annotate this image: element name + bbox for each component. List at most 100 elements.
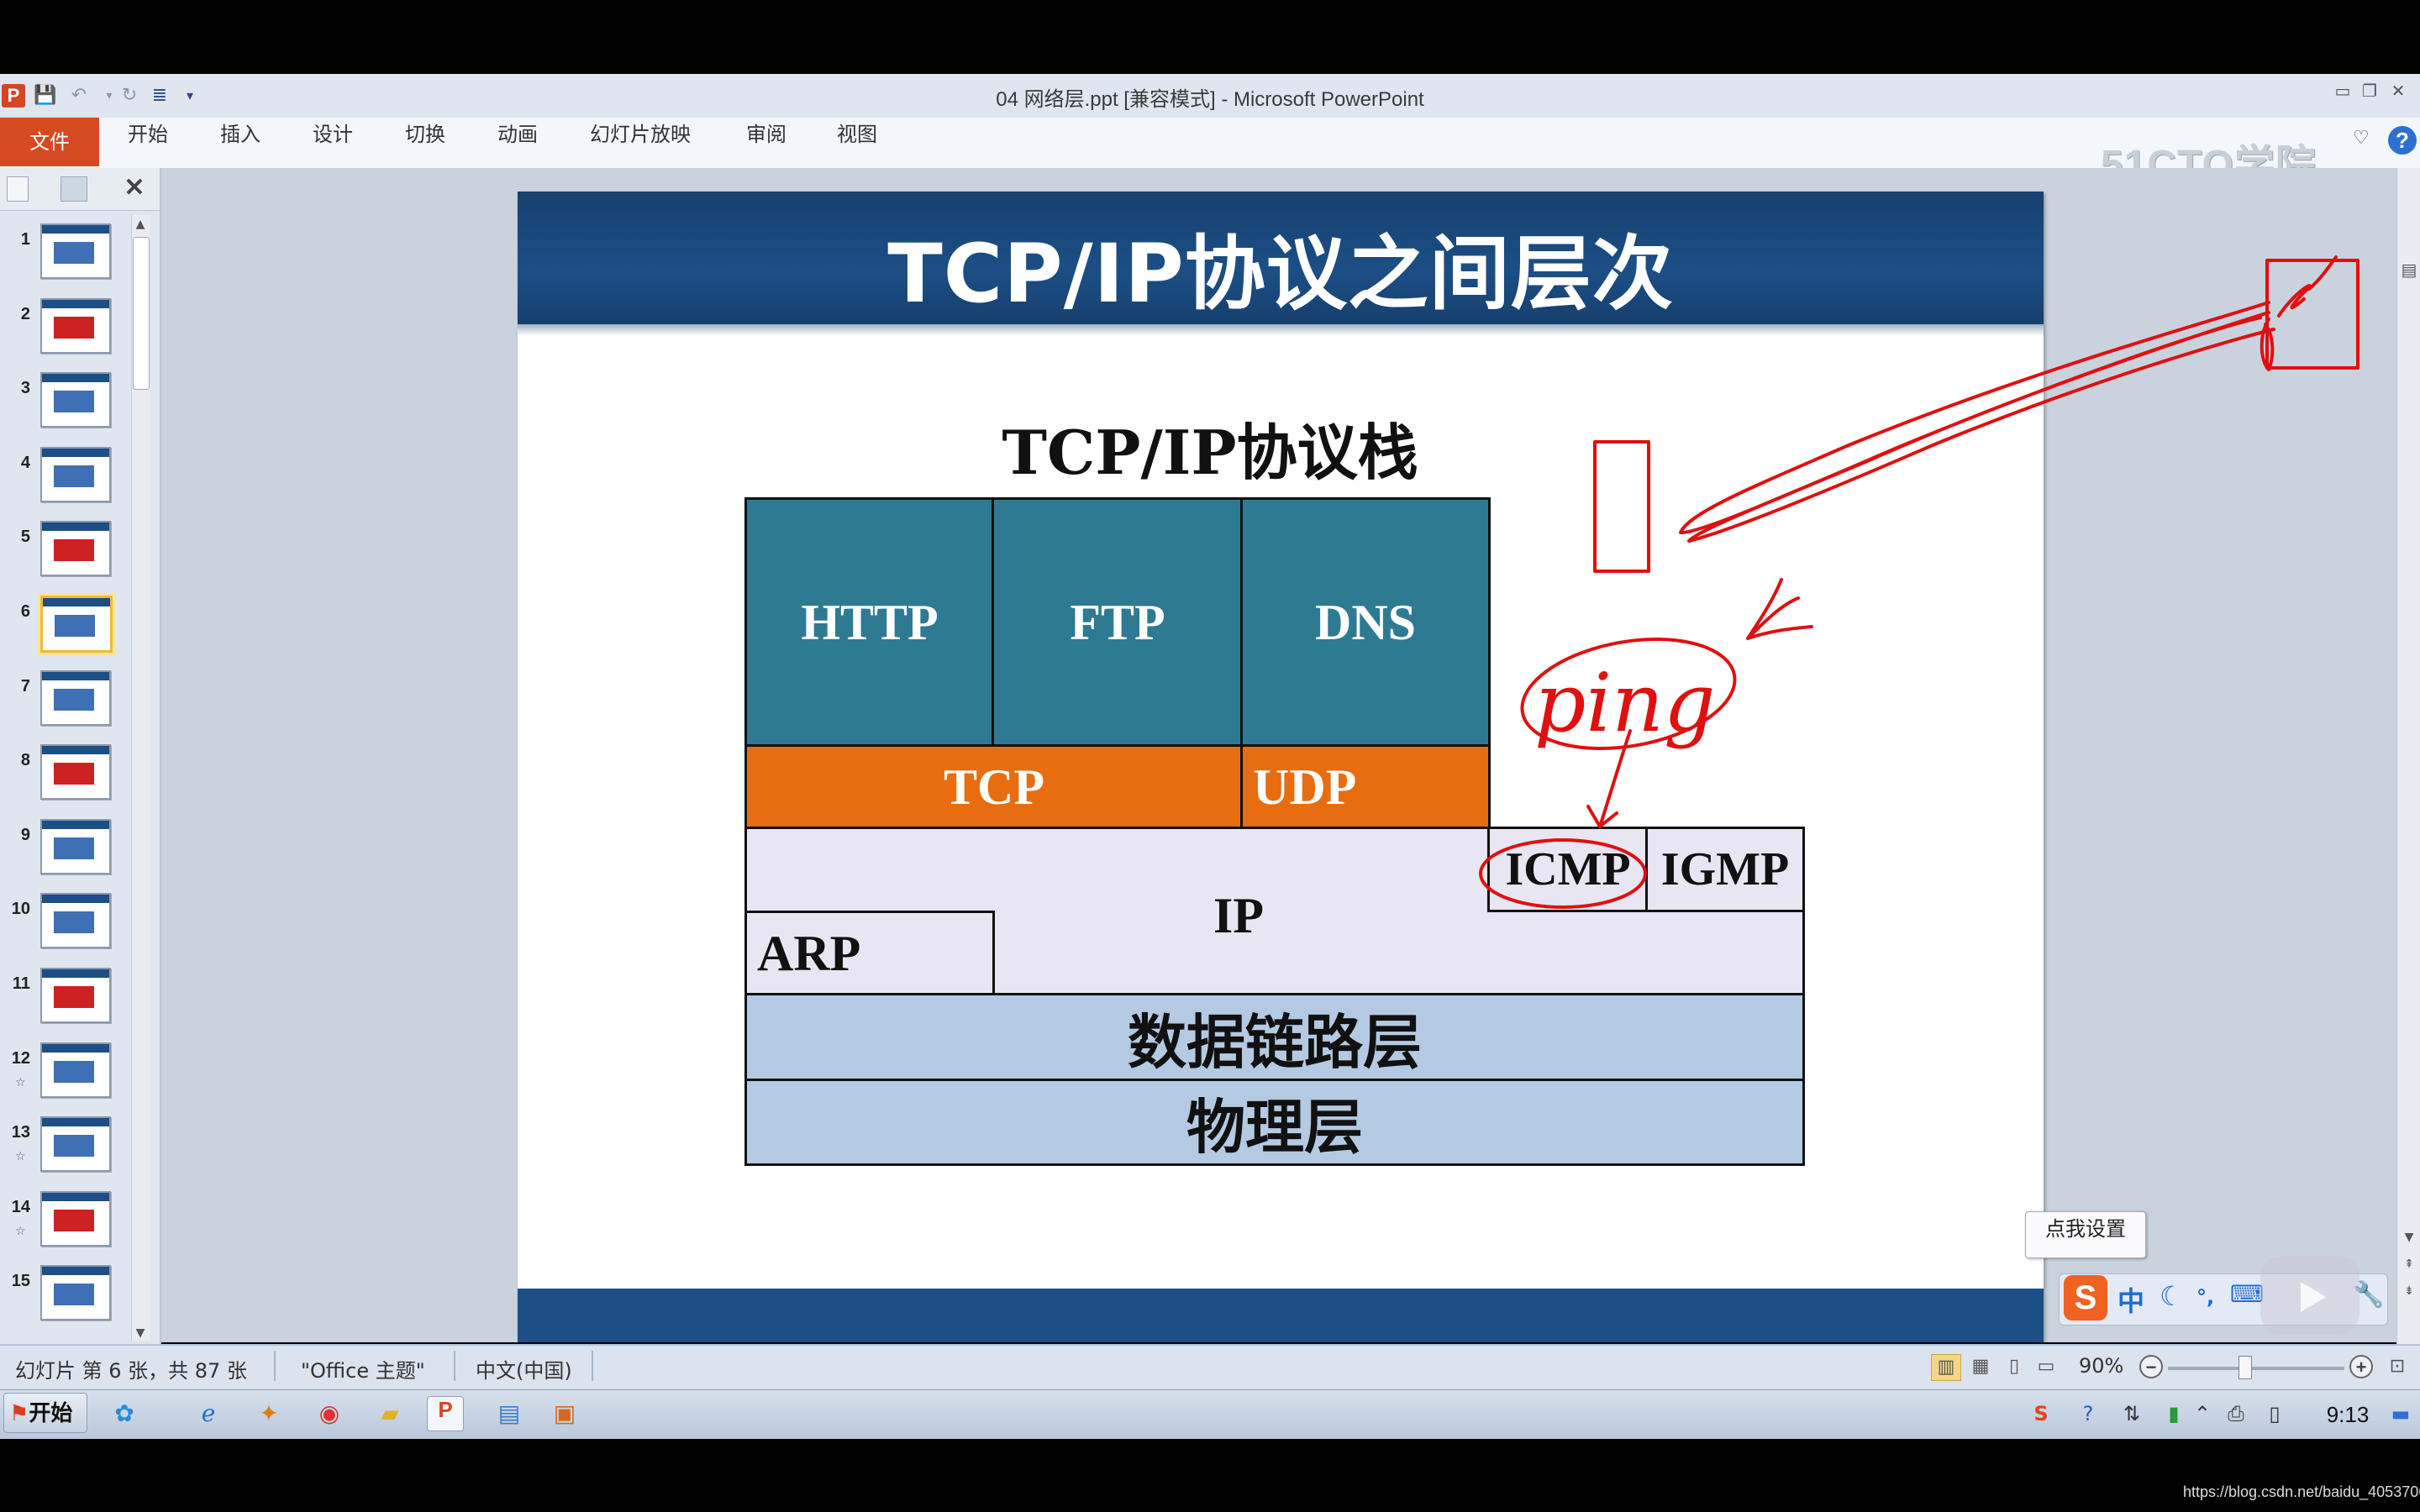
- ribbon-minimize-icon[interactable]: ♡: [2353, 128, 2370, 149]
- slide-sorter-icon[interactable]: ▦: [1966, 1354, 1995, 1379]
- slide-thumbnail[interactable]: [40, 446, 111, 502]
- slide-title[interactable]: TCP/IP协议之间层次: [518, 208, 2044, 325]
- thumbnail-scrollbar-thumb[interactable]: [133, 237, 150, 390]
- scroll-down-icon[interactable]: ▼: [2400, 1228, 2418, 1247]
- zoom-slider-thumb[interactable]: [2238, 1356, 2252, 1379]
- zoom-in-icon[interactable]: +: [2349, 1355, 2373, 1378]
- outline-tab-icon[interactable]: [60, 176, 87, 202]
- tab-slideshow[interactable]: 幻灯片放映: [590, 118, 691, 166]
- normal-view-icon[interactable]: ▥: [1931, 1354, 1961, 1381]
- slides-tab-icon[interactable]: [7, 176, 29, 202]
- tab-animations[interactable]: 动画: [497, 118, 538, 166]
- tab-insert[interactable]: 插入: [220, 118, 260, 166]
- physical-layer[interactable]: 物理层: [744, 1079, 1805, 1166]
- powerpoint-taskbar-icon[interactable]: P: [427, 1396, 464, 1431]
- folder-icon[interactable]: ▰: [371, 1396, 408, 1431]
- minimize-icon[interactable]: ▭: [2333, 81, 2353, 101]
- ime-mode-chinese[interactable]: 中: [2118, 1280, 2144, 1319]
- thumbnail-content: [54, 539, 94, 562]
- slide-thumbnail[interactable]: [40, 968, 111, 1023]
- notes-icon[interactable]: ▤: [2400, 260, 2418, 279]
- tab-file[interactable]: 文件: [0, 118, 99, 166]
- slide-thumbnail[interactable]: [40, 223, 111, 279]
- sogou-logo-icon[interactable]: S: [2064, 1275, 2107, 1320]
- thumbnail-content: [54, 391, 94, 413]
- next-slide-icon[interactable]: ⇟: [2400, 1282, 2418, 1300]
- tab-design[interactable]: 设计: [313, 118, 353, 166]
- theme-name[interactable]: "Office 主题": [301, 1354, 425, 1383]
- http-cell[interactable]: HTTP: [744, 497, 995, 748]
- slide-thumbnail[interactable]: [40, 372, 111, 428]
- thumbnail-content: [54, 1284, 94, 1306]
- scroll-down-icon[interactable]: ▼: [131, 1324, 150, 1342]
- slide-thumbnail[interactable]: [40, 1190, 111, 1247]
- show-hidden-icons[interactable]: ⌃: [2188, 1399, 2217, 1428]
- network-tray-icon[interactable]: ⇅: [2118, 1399, 2146, 1428]
- tcp-cell[interactable]: TCP: [744, 744, 1244, 830]
- vertical-scrollbar[interactable]: [2396, 168, 2420, 1344]
- thumbnail-header: [42, 746, 109, 755]
- thumbnail-content: [54, 1209, 94, 1231]
- slide-thumbnail[interactable]: [40, 669, 111, 726]
- show-desktop-icon[interactable]: ▬: [2386, 1399, 2415, 1428]
- ftp-cell[interactable]: FTP: [992, 497, 1244, 748]
- tab-home[interactable]: 开始: [128, 118, 168, 166]
- tab-transitions[interactable]: 切换: [405, 118, 445, 166]
- ie-browser-icon[interactable]: ℯ: [190, 1396, 227, 1431]
- zoom-out-icon[interactable]: −: [2139, 1355, 2163, 1378]
- slide-thumbnail[interactable]: [40, 521, 111, 577]
- arp-cell[interactable]: ARP: [744, 911, 995, 996]
- thumbnail-number: 6: [20, 602, 30, 621]
- keyboard-icon[interactable]: ⌨: [2230, 1280, 2264, 1308]
- moon-icon[interactable]: ☾: [2160, 1280, 2184, 1312]
- slide-thumbnail[interactable]: [40, 893, 111, 949]
- stack-title[interactable]: TCP/IP协议栈: [924, 403, 1496, 491]
- printer-tray-icon[interactable]: ⎙: [2222, 1399, 2250, 1428]
- start-button[interactable]: ⚑开始: [3, 1393, 87, 1433]
- scroll-up-icon[interactable]: ▲: [131, 215, 150, 234]
- language-indicator[interactable]: 中文(中国): [476, 1354, 572, 1383]
- slide-thumbnail[interactable]: [40, 297, 111, 354]
- help-icon[interactable]: ?: [2388, 126, 2417, 155]
- slide-thumbnail[interactable]: [40, 818, 111, 874]
- tab-review[interactable]: 审阅: [746, 118, 786, 166]
- play-icon[interactable]: [2301, 1282, 2326, 1312]
- device-tray-icon[interactable]: ▯: [2260, 1399, 2289, 1428]
- flower-app-icon[interactable]: ✿: [106, 1396, 143, 1431]
- slide-thumbnail[interactable]: [40, 1265, 111, 1321]
- chrome-icon[interactable]: ◉: [311, 1396, 348, 1431]
- animation-star-icon: ☆: [15, 1075, 26, 1089]
- slide-thumbnail[interactable]: [40, 1116, 111, 1173]
- sogou-tray-icon[interactable]: S: [2027, 1399, 2055, 1428]
- zoom-level[interactable]: 90%: [2079, 1354, 2123, 1378]
- toolbox-icon[interactable]: ✦: [250, 1396, 287, 1431]
- dns-cell[interactable]: DNS: [1240, 497, 1491, 748]
- document-app-icon[interactable]: ▤: [491, 1396, 528, 1431]
- help-tray-icon[interactable]: ?: [2074, 1399, 2102, 1428]
- zoom-slider[interactable]: [2168, 1367, 2344, 1370]
- data-link-layer[interactable]: 数据链路层: [744, 993, 1805, 1082]
- reading-view-icon[interactable]: ▯: [2000, 1354, 2028, 1379]
- udp-cell[interactable]: UDP: [1240, 744, 1491, 830]
- previous-slide-icon[interactable]: ⇞: [2400, 1255, 2418, 1273]
- thumbnail-number: 11: [12, 974, 30, 993]
- slide-thumbnail[interactable]: [40, 744, 111, 801]
- punctuation-icon[interactable]: °,: [2196, 1285, 2214, 1309]
- battery-tray-icon[interactable]: ▮: [2160, 1399, 2188, 1428]
- status-divider: [592, 1351, 593, 1381]
- slideshow-view-icon[interactable]: ▭: [2032, 1354, 2060, 1379]
- ribbon-tabs: [0, 118, 2420, 170]
- tab-view[interactable]: 视图: [837, 118, 877, 166]
- ime-settings-tooltip[interactable]: 点我设置: [2025, 1211, 2146, 1258]
- system-clock[interactable]: 9:13: [2314, 1398, 2381, 1431]
- restore-icon[interactable]: ❐: [2360, 81, 2380, 101]
- close-panel-icon[interactable]: ✕: [119, 171, 150, 205]
- close-icon[interactable]: ✕: [2388, 81, 2408, 101]
- thumbnail-content: [54, 837, 94, 859]
- slide-thumbnail[interactable]: [40, 596, 113, 653]
- fit-to-window-icon[interactable]: ⊡: [2383, 1354, 2412, 1379]
- media-app-icon[interactable]: ▣: [546, 1396, 583, 1431]
- slide-thumbnail[interactable]: [40, 1042, 111, 1098]
- icmp-cell[interactable]: ICMP: [1487, 827, 1649, 912]
- igmp-cell[interactable]: IGMP: [1645, 827, 1805, 912]
